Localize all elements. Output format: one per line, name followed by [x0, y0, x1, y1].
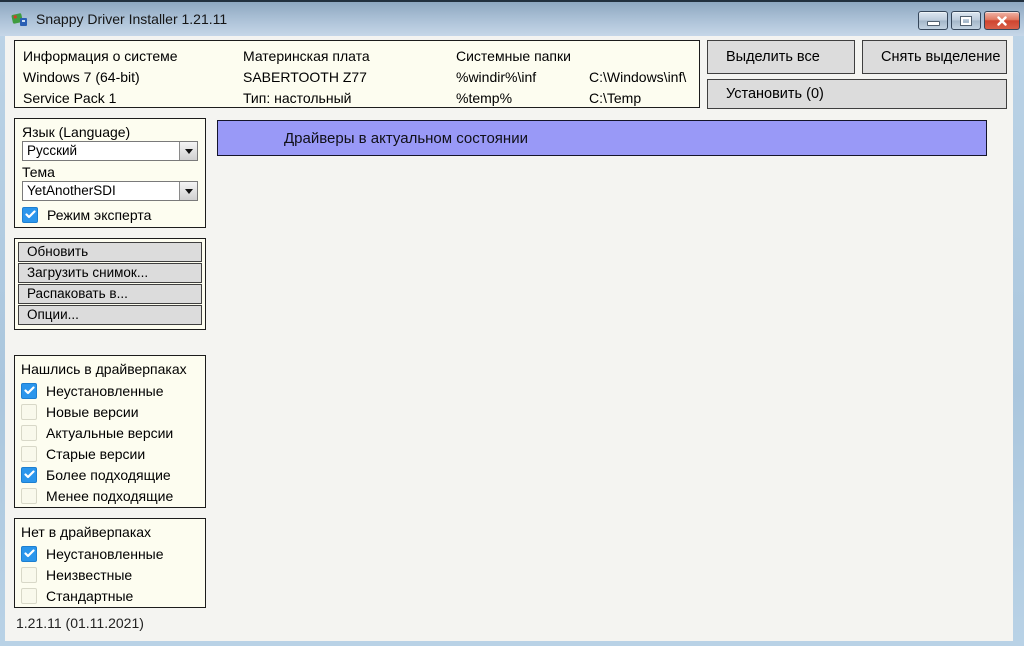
- filter-new-versions-row[interactable]: Новые версии: [21, 401, 199, 422]
- expert-mode-checkbox-row[interactable]: Режим эксперта: [22, 204, 198, 225]
- language-label: Язык (Language): [22, 124, 198, 141]
- content-area: Информация о системе Windows 7 (64-bit) …: [5, 36, 1013, 641]
- checkbox-icon[interactable]: [21, 446, 37, 462]
- checkbox-icon[interactable]: [21, 425, 37, 441]
- version-label: 1.21.11 (01.11.2021): [16, 615, 144, 631]
- filter-worse-match-row[interactable]: Менее подходящие: [21, 485, 199, 506]
- language-value: Русский: [27, 143, 77, 158]
- language-select[interactable]: Русский: [22, 141, 198, 161]
- checkbox-icon[interactable]: [21, 588, 37, 604]
- checkbox-icon[interactable]: [21, 567, 37, 583]
- checkbox-icon[interactable]: [21, 383, 37, 399]
- filter-standard-row[interactable]: Стандартные: [21, 585, 199, 606]
- checkbox-icon[interactable]: [21, 404, 37, 420]
- language-dropdown-button[interactable]: [179, 142, 197, 160]
- os-name: Windows 7 (64-bit): [23, 69, 140, 85]
- load-snapshot-button[interactable]: Загрузить снимок...: [18, 263, 202, 283]
- system-folders-header: Системные папки: [456, 48, 571, 64]
- tools-panel: Обновить Загрузить снимок... Распаковать…: [14, 238, 206, 330]
- window-title: Snappy Driver Installer 1.21.11: [36, 11, 227, 27]
- maximize-icon: [961, 17, 971, 25]
- title-bar[interactable]: Snappy Driver Installer 1.21.11: [0, 0, 1024, 36]
- motherboard-model: SABERTOOTH Z77: [243, 69, 367, 85]
- filter-missing-not-installed-row[interactable]: Неустановленные: [21, 543, 199, 564]
- install-button[interactable]: Установить (0): [707, 79, 1007, 109]
- checkbox-icon[interactable]: [21, 488, 37, 504]
- minimize-icon: [927, 21, 940, 26]
- status-banner: Драйверы в актуальном состоянии: [217, 120, 987, 156]
- theme-dropdown-button[interactable]: [179, 182, 197, 200]
- deselect-button[interactable]: Снять выделение: [862, 40, 1007, 74]
- windir-variable: %windir%\inf: [456, 69, 536, 85]
- filter-unknown-row[interactable]: Неизвестные: [21, 564, 199, 585]
- missing-group-title: Нет в драйверпаках: [21, 523, 199, 543]
- filter-not-installed-row[interactable]: Неустановленные: [21, 380, 199, 401]
- found-group-title: Нашлись в драйверпаках: [21, 360, 199, 380]
- temp-path: C:\Temp: [589, 90, 641, 106]
- motherboard-header: Материнская плата: [243, 48, 370, 64]
- filter-old-versions-row[interactable]: Старые версии: [21, 443, 199, 464]
- close-button[interactable]: [984, 11, 1020, 30]
- system-info-header: Информация о системе: [23, 48, 178, 64]
- checkbox-icon[interactable]: [21, 467, 37, 483]
- filter-current-versions-row[interactable]: Актуальные версии: [21, 422, 199, 443]
- app-logo-icon: [11, 10, 29, 28]
- theme-value: YetAnotherSDI: [27, 183, 116, 198]
- theme-label: Тема: [22, 164, 198, 181]
- language-theme-panel: Язык (Language) Русский Тема YetAnotherS…: [14, 118, 206, 228]
- update-button[interactable]: Обновить: [18, 242, 202, 262]
- options-button[interactable]: Опции...: [18, 305, 202, 325]
- filter-better-match-row[interactable]: Более подходящие: [21, 464, 199, 485]
- close-icon: [997, 16, 1007, 26]
- maximize-button[interactable]: [951, 11, 981, 30]
- chevron-down-icon: [185, 189, 193, 194]
- unpack-button[interactable]: Распаковать в...: [18, 284, 202, 304]
- theme-select[interactable]: YetAnotherSDI: [22, 181, 198, 201]
- select-all-button[interactable]: Выделить все: [707, 40, 855, 74]
- chevron-down-icon: [185, 149, 193, 154]
- found-in-driverpacks-panel: Нашлись в драйверпаках Неустановленные Н…: [14, 355, 206, 508]
- checkbox-icon[interactable]: [22, 207, 38, 223]
- temp-variable: %temp%: [456, 90, 512, 106]
- checkbox-icon[interactable]: [21, 546, 37, 562]
- system-info-panel: Информация о системе Windows 7 (64-bit) …: [14, 40, 700, 108]
- service-pack: Service Pack 1: [23, 90, 116, 106]
- app-window: Snappy Driver Installer 1.21.11 Информац…: [0, 0, 1024, 646]
- machine-type: Тип: настольный: [243, 90, 351, 106]
- expert-mode-label: Режим эксперта: [47, 207, 151, 223]
- not-in-driverpacks-panel: Нет в драйверпаках Неустановленные Неизв…: [14, 518, 206, 608]
- minimize-button[interactable]: [918, 11, 948, 30]
- windir-path: C:\Windows\inf\: [589, 69, 686, 85]
